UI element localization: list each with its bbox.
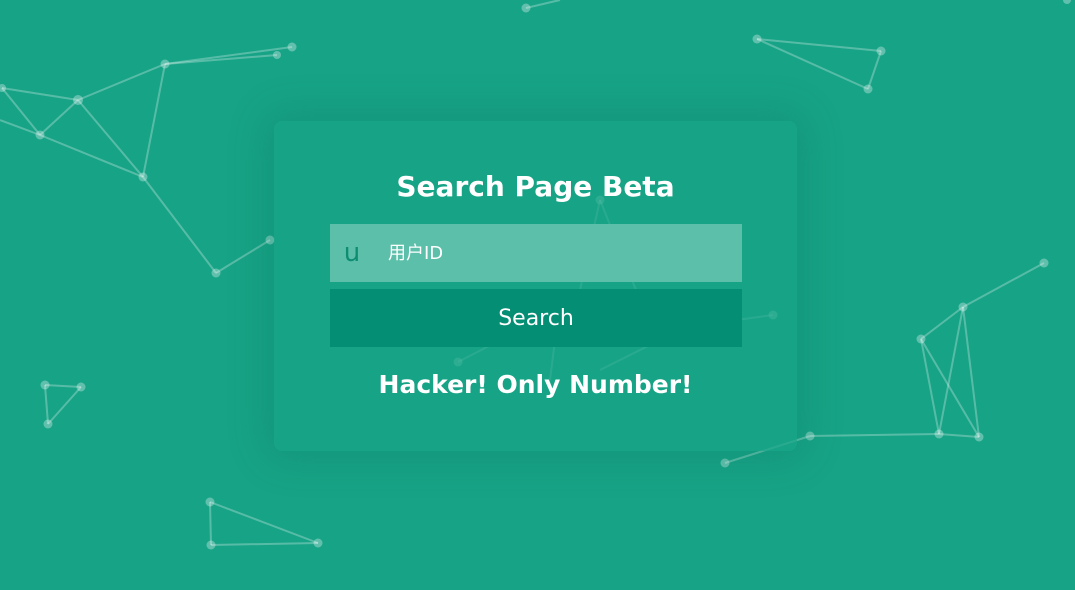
user-icon: u: [343, 238, 361, 268]
error-message: Hacker! Only Number!: [378, 370, 693, 399]
search-card: Search Page Beta u Search Hacker! Only N…: [274, 121, 797, 451]
user-id-input[interactable]: [380, 224, 730, 282]
page-title: Search Page Beta: [396, 170, 675, 203]
search-button[interactable]: Search: [330, 289, 742, 347]
user-id-input-group: u: [330, 224, 742, 282]
